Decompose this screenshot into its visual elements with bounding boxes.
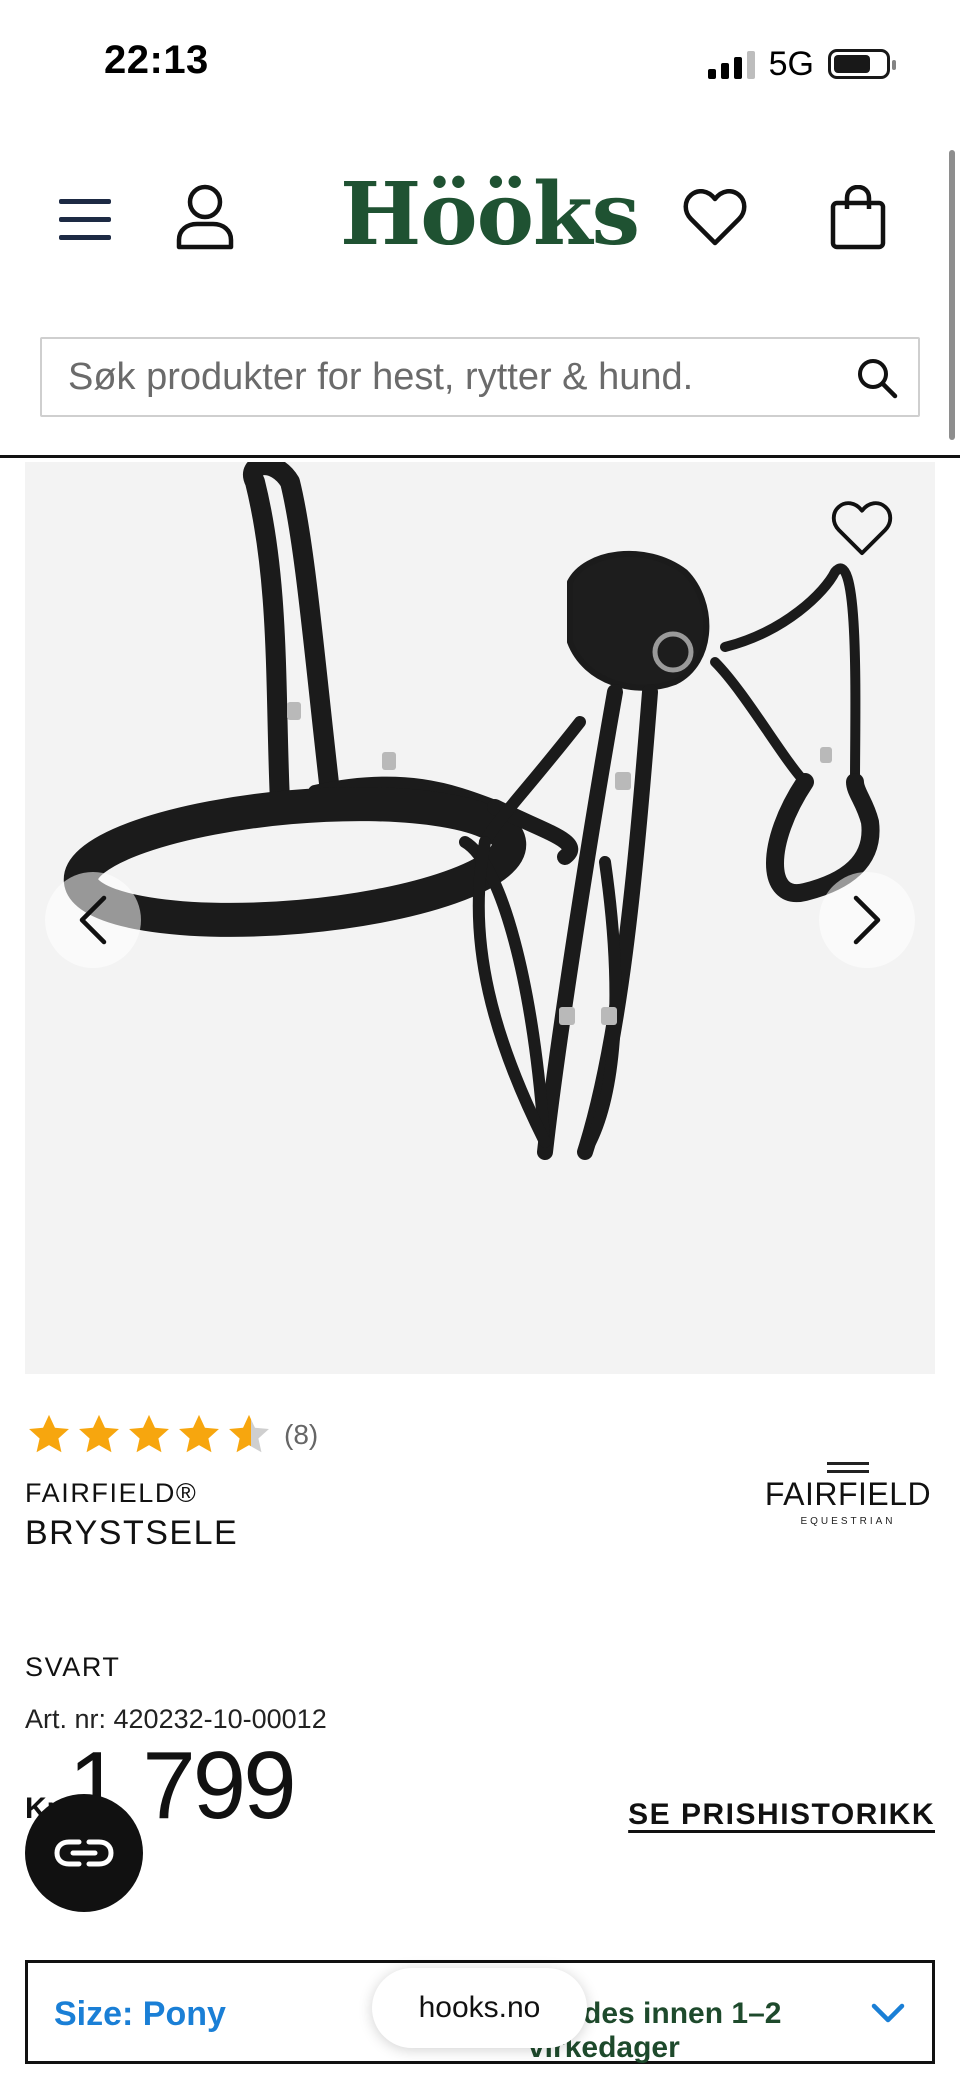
heart-icon — [683, 189, 747, 246]
search-bar — [40, 337, 920, 417]
size-label: Size: Pony — [54, 1995, 226, 2033]
chevron-right-icon — [853, 895, 881, 945]
user-icon — [176, 184, 234, 250]
brand-logo[interactable]: FAIRFIELD EQUESTRIAN — [760, 1462, 936, 1534]
product-title: BRYSTSELE — [25, 1514, 239, 1552]
product-image — [63, 462, 880, 1160]
wishlist-button[interactable] — [680, 185, 750, 251]
search-input[interactable] — [68, 339, 848, 415]
status-indicators: 5G — [707, 44, 896, 84]
menu-button[interactable] — [50, 185, 120, 255]
network-type: 5G — [768, 44, 814, 83]
brand-logo-subtext: EQUESTRIAN — [800, 1516, 896, 1527]
chevron-left-icon — [79, 895, 107, 945]
product-rating[interactable]: (8) — [26, 1412, 318, 1458]
chat-icon — [54, 1839, 114, 1867]
site-logo[interactable]: Hööks — [340, 172, 640, 258]
menu-icon — [59, 199, 111, 240]
status-time: 22:13 — [104, 38, 209, 82]
price-history-link[interactable]: SE PRISHISTORIKK — [628, 1798, 935, 1832]
gallery-wishlist-button[interactable] — [827, 496, 897, 562]
bag-icon — [830, 185, 886, 250]
search-icon — [858, 359, 898, 399]
brand-logo-text: FAIRFIELD — [764, 1476, 932, 1512]
cart-button[interactable] — [823, 180, 893, 256]
rating-count[interactable]: (8) — [284, 1419, 318, 1451]
account-button[interactable] — [170, 180, 240, 254]
gallery-prev-button[interactable] — [45, 872, 141, 968]
signal-icon — [707, 49, 755, 79]
browser-url-bar[interactable]: hooks.no — [372, 1968, 587, 2048]
battery-icon — [828, 49, 896, 79]
status-bar: 22:13 5G — [0, 0, 960, 120]
chat-button[interactable] — [25, 1794, 143, 1912]
star-icon — [179, 1414, 219, 1453]
header-divider — [0, 455, 960, 458]
site-header: Hööks — [0, 150, 960, 290]
star-icon — [129, 1414, 169, 1453]
product-gallery[interactable] — [25, 462, 935, 1374]
star-icon — [79, 1414, 119, 1453]
heart-icon — [831, 501, 893, 556]
star-icon — [29, 1414, 69, 1453]
star-half-icon — [229, 1414, 269, 1453]
brand-logo-mark — [827, 1462, 869, 1473]
article-number: Art. nr: 420232-10-00012 — [25, 1704, 327, 1734]
search-button[interactable] — [850, 351, 904, 405]
chevron-down-icon — [871, 2003, 905, 2023]
gallery-next-button[interactable] — [819, 872, 915, 968]
product-color: SVART — [25, 1652, 121, 1682]
brand-name[interactable]: FAIRFIELD® — [25, 1478, 197, 1509]
